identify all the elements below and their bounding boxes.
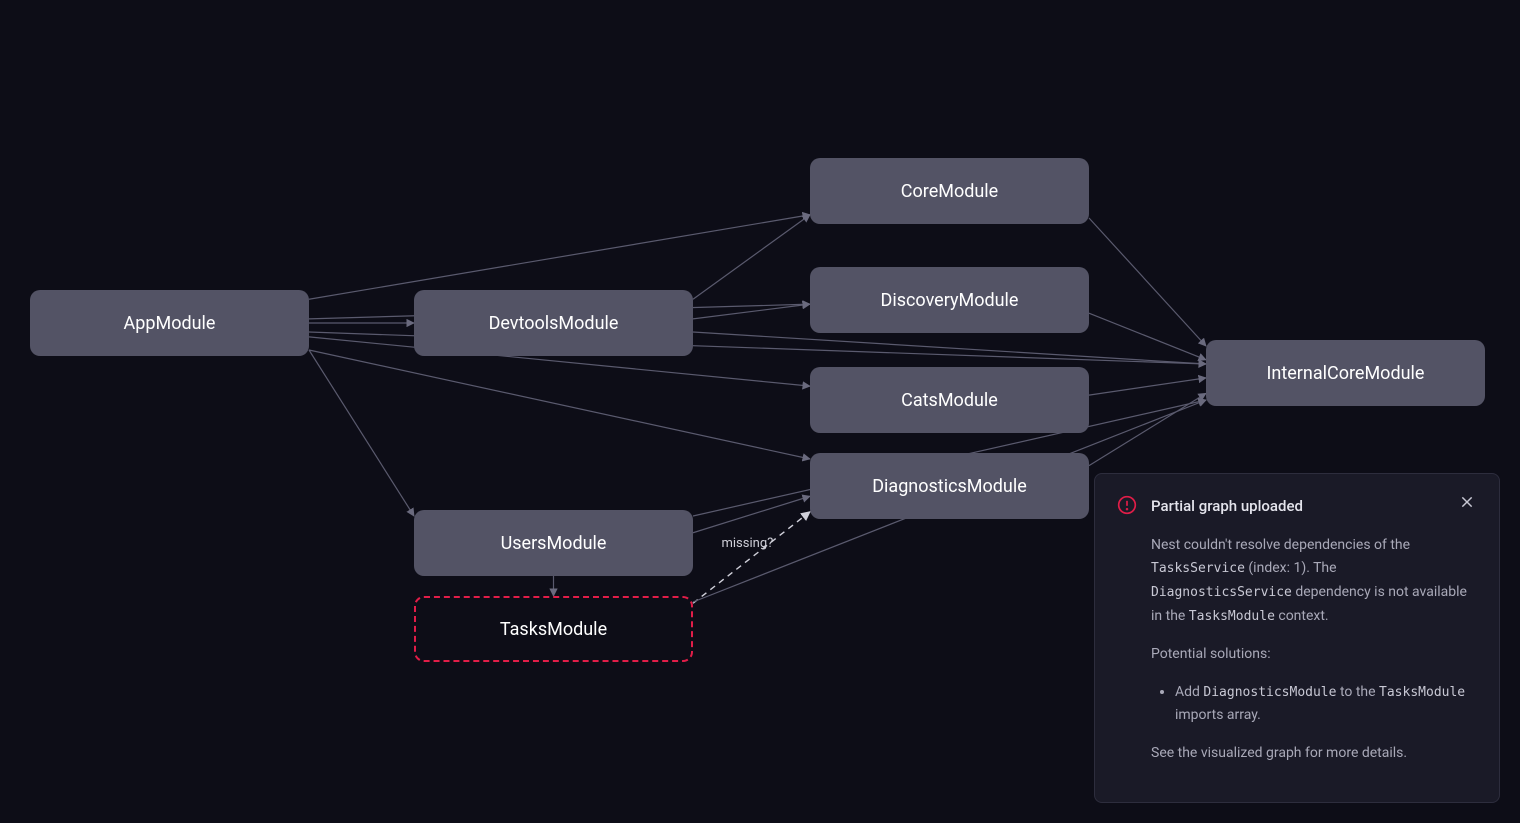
edge-app-diagnostics (309, 350, 810, 459)
edge-devtools-core (693, 215, 810, 299)
alert-text: (index: 1). The (1245, 560, 1337, 576)
solutions-heading: Potential solutions: (1151, 643, 1477, 667)
edge-label-tasks-diagnostics: missing? (722, 536, 774, 551)
solution-item: Add DiagnosticsModule to the TasksModule… (1175, 681, 1477, 729)
close-icon[interactable] (1459, 494, 1477, 512)
alert-text: Nest couldn't resolve dependencies of th… (1151, 537, 1410, 553)
edge-core-internal (1089, 218, 1206, 346)
module-node-core[interactable]: CoreModule (810, 158, 1089, 224)
alert-text: context. (1275, 608, 1329, 624)
edge-app-core (309, 215, 810, 299)
module-node-users[interactable]: UsersModule (414, 510, 693, 576)
edge-devtools-discovery (693, 304, 810, 319)
module-node-tasks[interactable]: TasksModule (414, 596, 693, 662)
module-node-devtools[interactable]: DevtoolsModule (414, 290, 693, 356)
code-token: TasksModule (1189, 609, 1275, 624)
code-token: TasksService (1151, 561, 1245, 576)
code-token: DiagnosticsModule (1203, 685, 1336, 700)
alert-text: imports array. (1175, 707, 1261, 723)
code-token: DiagnosticsService (1151, 585, 1292, 600)
module-node-internal[interactable]: InternalCoreModule (1206, 340, 1485, 406)
module-node-app[interactable]: AppModule (30, 290, 309, 356)
alert-text: to the (1336, 684, 1379, 700)
edge-tasks-diagnostics (693, 512, 810, 604)
edge-discovery-internal (1089, 313, 1206, 360)
code-token: TasksModule (1379, 685, 1465, 700)
alert-title: Partial graph uploaded (1151, 494, 1445, 520)
module-node-discovery[interactable]: DiscoveryModule (810, 267, 1089, 333)
alert-circle-icon (1117, 495, 1137, 515)
module-node-cats[interactable]: CatsModule (810, 367, 1089, 433)
module-node-diagnostics[interactable]: DiagnosticsModule (810, 453, 1089, 519)
edge-users-diagnostics (693, 496, 810, 532)
alert-panel: Partial graph uploaded Nest couldn't res… (1094, 473, 1500, 803)
edge-devtools-internal (693, 332, 1206, 364)
alert-text: Add (1175, 684, 1203, 700)
edge-app-users (309, 350, 414, 516)
alert-footer: See the visualized graph for more detail… (1151, 742, 1477, 766)
edge-cats-internal (1089, 378, 1206, 395)
alert-body: Nest couldn't resolve dependencies of th… (1117, 534, 1477, 766)
edge-diagnostics-internal (1089, 393, 1206, 465)
